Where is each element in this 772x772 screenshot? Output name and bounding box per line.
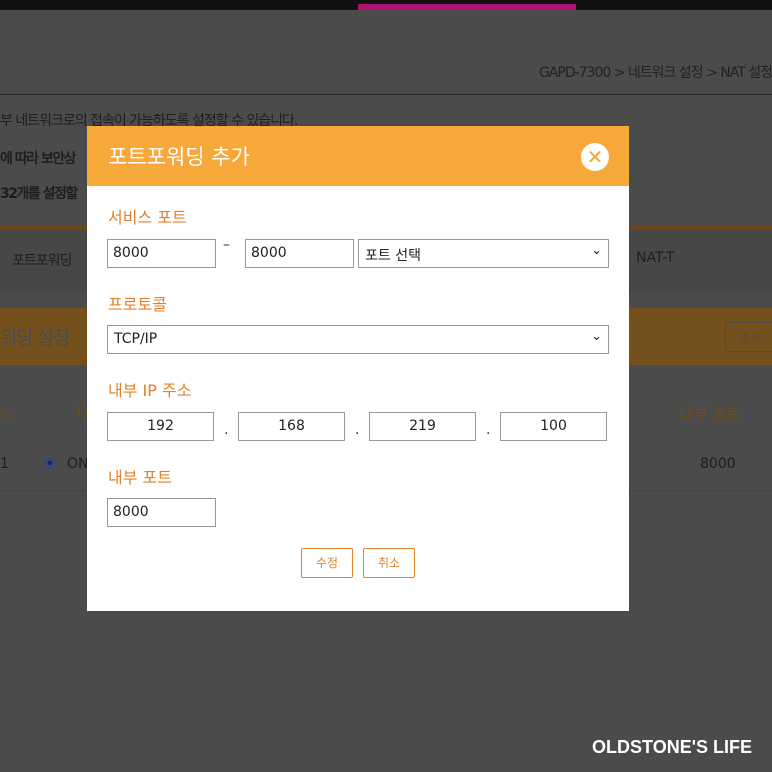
column-header-inner-port: 내부 포트	[680, 405, 740, 423]
tab-port-forwarding[interactable]: 포트포워딩	[12, 250, 72, 270]
inner-port-label: 내부 포트	[108, 468, 172, 487]
dialog-title: 포트포워딩 추가	[108, 145, 250, 169]
inner-ip-label: 내부 IP 주소	[108, 381, 192, 400]
protocol-select[interactable]: TCP/IP ⌄	[107, 325, 609, 354]
port-forwarding-add-dialog: 포트포워딩 추가 ✕ 서비스 포트 8000 – 8000 포트 선택 ⌄ 프로토…	[87, 126, 629, 611]
column-header-no: o.	[0, 403, 14, 421]
chevron-down-icon: ⌄	[591, 243, 602, 258]
watermark: OLDSTONE'S LIFE	[592, 737, 752, 757]
row-no: 1	[0, 456, 9, 472]
ip-octet-3-input[interactable]: 219	[369, 412, 476, 441]
port-select-value: 포트 선택	[365, 248, 421, 264]
row-inner-port: 8000	[700, 456, 736, 472]
inner-port-input[interactable]: 8000	[107, 498, 216, 527]
top-bar	[0, 0, 772, 10]
cancel-button[interactable]: 취소	[363, 548, 415, 578]
ip-octet-1-input[interactable]: 192	[107, 412, 214, 441]
dialog-header: 포트포워딩 추가 ✕	[87, 126, 629, 186]
ip-dot: .	[486, 422, 491, 438]
service-port-start-input[interactable]: 8000	[107, 239, 216, 268]
ip-dot: .	[355, 422, 360, 438]
add-button[interactable]: 추가	[725, 322, 772, 352]
active-nav-indicator	[358, 4, 576, 10]
ip-dot: .	[224, 422, 229, 438]
breadcrumb: GAPD-7300 > 네트워크 설정 > NAT 설정	[538, 65, 772, 81]
chevron-down-icon: ⌄	[591, 329, 602, 344]
service-port-end-input[interactable]: 8000	[245, 239, 354, 268]
tab-nat-t[interactable]: NAT-T	[636, 250, 675, 266]
protocol-label: 프로토콜	[108, 295, 167, 314]
port-select[interactable]: 포트 선택 ⌄	[358, 239, 609, 268]
on-radio[interactable]	[44, 457, 56, 469]
ip-octet-4-input[interactable]: 100	[500, 412, 607, 441]
description: 32개를 설정할	[0, 186, 78, 202]
section-title: 워딩 설정	[0, 327, 70, 349]
row-onoff: ON	[67, 456, 89, 472]
close-icon[interactable]: ✕	[581, 143, 609, 171]
description: 에 따라 보안상	[0, 151, 77, 167]
range-dash: –	[223, 237, 230, 253]
save-button[interactable]: 수정	[301, 548, 353, 578]
divider	[0, 94, 772, 95]
protocol-select-value: TCP/IP	[114, 331, 158, 347]
ip-octet-2-input[interactable]: 168	[238, 412, 345, 441]
service-port-label: 서비스 포트	[108, 208, 187, 227]
